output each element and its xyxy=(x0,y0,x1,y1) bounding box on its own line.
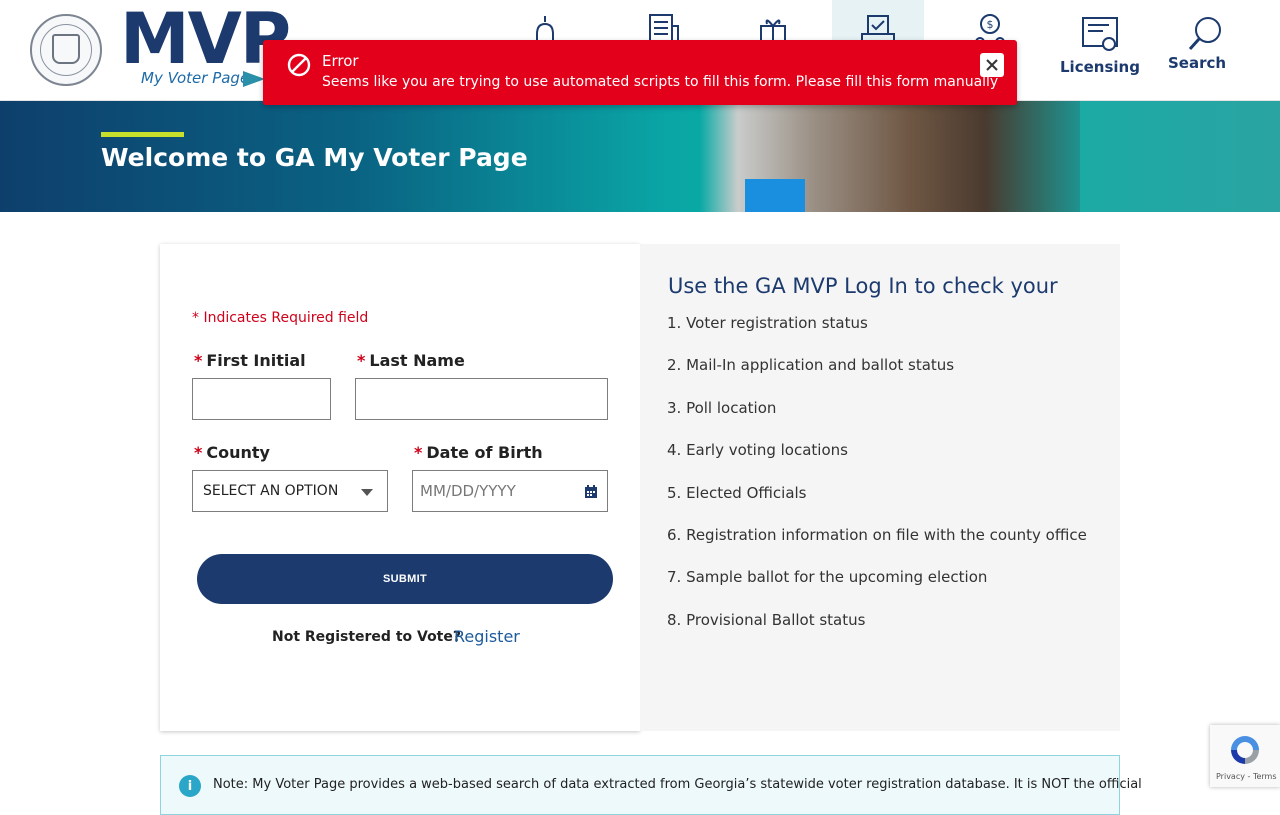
recaptcha-icon xyxy=(1231,736,1259,764)
error-title: Error xyxy=(322,52,359,70)
list-item: 4. Early voting locations xyxy=(667,441,848,460)
required-star: * xyxy=(194,351,203,370)
voter-login-form: * Indicates Required field * First Initia… xyxy=(160,244,640,731)
recaptcha-terms[interactable]: Privacy - Terms xyxy=(1216,772,1277,781)
list-item: 6. Registration information on file with… xyxy=(667,525,1087,544)
county-label-text: County xyxy=(206,443,270,462)
required-star: * xyxy=(194,443,203,462)
list-item: 2. Mail-In application and ballot status xyxy=(667,356,955,375)
list-item: 3. Poll location xyxy=(667,398,777,417)
info-icon: i xyxy=(179,775,201,797)
disclaimer-text: Note: My Voter Page provides a web-based… xyxy=(213,777,1142,792)
first-initial-label: * First Initial xyxy=(194,351,306,370)
voting-booth-image xyxy=(745,179,805,212)
logo-arrow-icon xyxy=(243,71,265,87)
certificate-icon xyxy=(1082,17,1118,51)
submit-button[interactable]: SUBMIT xyxy=(197,554,613,604)
list-item: 5. Elected Officials xyxy=(667,483,807,502)
close-error-button[interactable] xyxy=(980,53,1004,77)
seal-arch-icon xyxy=(52,34,80,64)
required-field-note: * Indicates Required field xyxy=(192,310,369,326)
list-item: 8. Provisional Ballot status xyxy=(667,610,866,629)
logo-subtitle: My Voter Page xyxy=(141,69,250,87)
dob-placeholder: MM/DD/YYYY xyxy=(420,482,516,500)
page-title: Welcome to GA My Voter Page xyxy=(101,143,528,172)
title-accent-bar xyxy=(101,132,184,137)
county-selected-value: SELECT AN OPTION xyxy=(203,483,339,499)
not-registered-text: Not Registered to Vote? xyxy=(272,629,461,645)
georgia-state-seal[interactable] xyxy=(30,14,102,86)
search-icon xyxy=(1188,17,1221,51)
date-of-birth-input[interactable]: MM/DD/YYYY xyxy=(412,470,608,512)
nav-item-search[interactable]: Search xyxy=(1168,0,1244,100)
last-name-label-text: Last Name xyxy=(369,351,465,370)
error-message: Seems like you are trying to use automat… xyxy=(322,74,999,90)
calendar-icon[interactable] xyxy=(585,485,597,498)
list-item: 7. Sample ballot for the upcoming electi… xyxy=(667,568,988,587)
last-name-label: * Last Name xyxy=(357,351,465,370)
recaptcha-badge[interactable]: Privacy - Terms xyxy=(1210,725,1280,787)
info-title: Use the GA MVP Log In to check your xyxy=(668,274,1058,298)
nav-item-licensing[interactable]: Licensing xyxy=(1060,0,1142,100)
hero-banner: Welcome to GA My Voter Page xyxy=(0,101,1280,212)
dob-label: * Date of Birth xyxy=(414,443,543,462)
required-star: * xyxy=(357,351,366,370)
first-initial-input[interactable] xyxy=(192,378,331,420)
county-label: * County xyxy=(194,443,270,462)
info-panel: Use the GA MVP Log In to check your 1. V… xyxy=(640,244,1120,731)
required-star: * xyxy=(414,443,423,462)
nav-label-search: Search xyxy=(1168,54,1227,72)
ban-icon xyxy=(287,53,311,77)
close-icon xyxy=(986,59,998,71)
register-link[interactable]: Register xyxy=(454,627,520,646)
dob-label-text: Date of Birth xyxy=(426,443,543,462)
chevron-down-icon xyxy=(361,489,373,496)
last-name-input[interactable] xyxy=(355,378,608,420)
list-item: 1. Voter registration status xyxy=(667,314,868,332)
nav-label-licensing: Licensing xyxy=(1060,58,1140,76)
county-select[interactable]: SELECT AN OPTION xyxy=(192,470,388,512)
disclaimer-note: i Note: My Voter Page provides a web-bas… xyxy=(160,755,1142,815)
info-list: 1. Voter registration status 2. Mail-In … xyxy=(667,314,1087,653)
error-toast: Error Seems like you are trying to use a… xyxy=(263,40,1017,105)
first-initial-label-text: First Initial xyxy=(206,351,306,370)
svg-text:$: $ xyxy=(986,18,993,31)
